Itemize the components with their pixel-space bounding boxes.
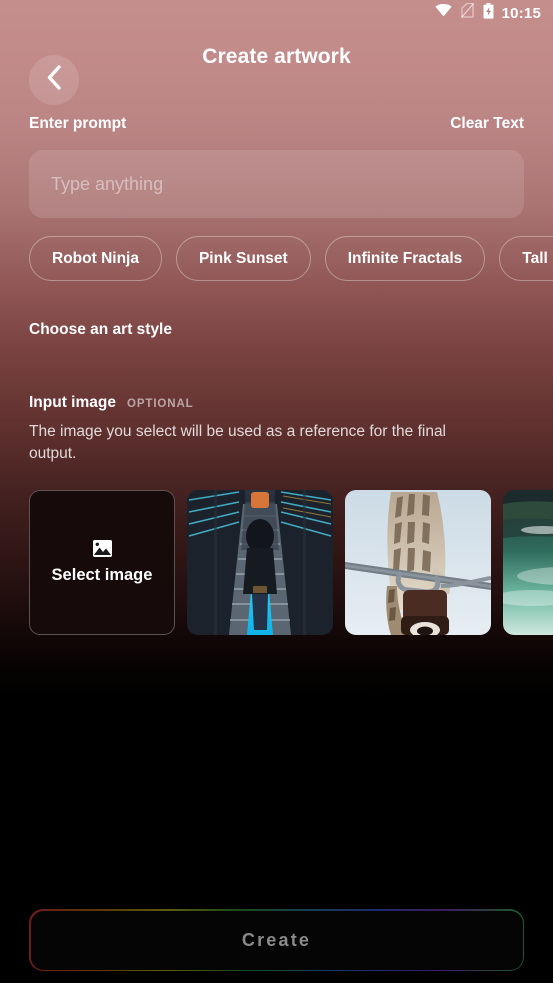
back-button[interactable] bbox=[29, 55, 79, 105]
optional-badge: OPTIONAL bbox=[126, 398, 194, 410]
select-image-label: Select image bbox=[51, 566, 153, 584]
prompt-label-row: Enter prompt Clear Text bbox=[0, 115, 553, 133]
battery-charging-icon bbox=[483, 2, 494, 24]
status-bar-icons bbox=[434, 2, 494, 24]
image-placeholder-icon bbox=[92, 540, 112, 557]
thumbnail-lake-boat[interactable] bbox=[503, 490, 553, 635]
create-artwork-screen: 10:15 Create artwork Enter prompt Clear … bbox=[0, 0, 553, 983]
chip-infinite-fractals[interactable]: Infinite Fractals bbox=[324, 236, 486, 281]
input-image-description: The image you select will be used as a r… bbox=[29, 423, 447, 462]
app-header: Create artwork bbox=[0, 26, 553, 105]
wifi-icon bbox=[434, 4, 452, 22]
chip-robot-ninja[interactable]: Robot Ninja bbox=[29, 236, 162, 281]
select-image-card[interactable]: Select image bbox=[29, 490, 175, 635]
prompt-input[interactable]: Type anything bbox=[29, 150, 524, 218]
create-button-border: Create bbox=[29, 909, 524, 971]
create-button[interactable]: Create bbox=[30, 910, 523, 970]
input-image-heading: Input image OPTIONAL bbox=[0, 394, 553, 412]
status-bar: 10:15 bbox=[0, 0, 553, 26]
input-image-label: Input image bbox=[29, 394, 116, 411]
chip-pink-sunset[interactable]: Pink Sunset bbox=[175, 236, 311, 281]
thumbnail-owl[interactable] bbox=[345, 490, 491, 635]
prompt-suggestion-chips[interactable]: Robot Ninja Pink Sunset Infinite Fractal… bbox=[0, 236, 553, 281]
chip-tall-bird[interactable]: Tall Bird bbox=[499, 236, 553, 281]
clear-text-button[interactable]: Clear Text bbox=[450, 115, 524, 133]
chevron-left-icon bbox=[46, 65, 62, 95]
prompt-input-placeholder: Type anything bbox=[51, 173, 164, 194]
no-sim-icon bbox=[460, 2, 474, 23]
art-style-section: Choose an art style bbox=[0, 321, 553, 339]
input-image-picker[interactable]: Select image bbox=[0, 490, 553, 635]
thumbnail-escalator[interactable] bbox=[187, 490, 333, 635]
page-title: Create artwork bbox=[202, 45, 351, 68]
enter-prompt-label: Enter prompt bbox=[29, 115, 127, 132]
status-bar-time: 10:15 bbox=[501, 4, 541, 22]
choose-art-style-label: Choose an art style bbox=[29, 321, 172, 338]
